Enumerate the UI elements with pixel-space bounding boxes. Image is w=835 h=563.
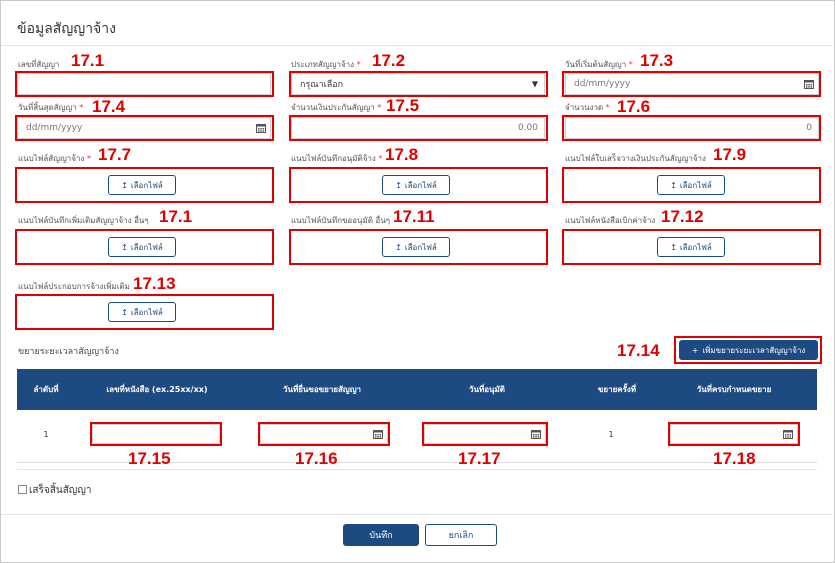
start-date-label: วันที่เริ่มต้นสัญญา * xyxy=(565,60,633,69)
highlight-box xyxy=(15,71,274,97)
contract-type-label: ประเภทสัญญาจ้าง * xyxy=(291,60,361,69)
row-extension-count: 1 xyxy=(608,430,614,439)
upload-icon: ↥ xyxy=(121,242,128,252)
choose-file-button[interactable]: ↥ เลือกไฟล์ xyxy=(108,175,176,195)
highlight-box xyxy=(289,71,548,97)
upload-label: แนบไฟล์บันทึกขออนุมัติ อื่นๆ xyxy=(291,216,391,225)
upload-icon: ↥ xyxy=(121,180,128,190)
column-header: เลขที่หนังสือ (ex.25xx/xx) xyxy=(106,385,208,394)
modal-title: ข้อมูลสัญญาจ้าง xyxy=(17,21,116,37)
annotation-17-9: 17.9 xyxy=(713,145,747,164)
upload-label: แนบไฟล์ประกอบการจ้างเพิ่มเติม xyxy=(18,282,130,291)
highlight-box xyxy=(90,422,222,446)
choose-file-button[interactable]: ↥ เลือกไฟล์ xyxy=(382,237,450,257)
column-header: ลำดับที่ xyxy=(33,385,59,394)
upload-label: แนบไฟล์ใบเสร็จวางเงินประกันสัญญาจ้าง xyxy=(565,154,706,163)
upload-label: แนบไฟล์สัญญาจ้าง * xyxy=(18,154,91,163)
plus-icon: + xyxy=(691,345,699,355)
annotation-17-15: 17.15 xyxy=(128,449,171,468)
annotation-17-12: 17.12 xyxy=(661,207,704,226)
highlight-box xyxy=(289,115,548,141)
table-header: ลำดับที่ เลขที่หนังสือ (ex.25xx/xx) วันท… xyxy=(17,369,817,410)
guarantee-amount-label: จำนวนเงินประกันสัญญา * xyxy=(291,103,382,112)
add-extension-button[interactable]: + เพิ่มขยายระยะเวลาสัญญาจ้าง xyxy=(679,340,818,360)
upload-icon: ↥ xyxy=(670,180,677,190)
end-date-label: วันที่สิ้นสุดสัญญา * xyxy=(18,103,84,112)
row-seq: 1 xyxy=(43,430,49,439)
choose-file-button[interactable]: ↥ เลือกไฟล์ xyxy=(108,237,176,257)
highlight-box xyxy=(258,422,390,446)
choose-file-button[interactable]: ↥ เลือกไฟล์ xyxy=(108,302,176,322)
annotation-17-5: 17.5 xyxy=(386,96,420,115)
annotation-17-13: 17.13 xyxy=(133,274,176,293)
column-header: วันที่อนุมัติ xyxy=(469,385,505,394)
upload-icon: ↥ xyxy=(670,242,677,252)
highlight-box xyxy=(562,71,821,97)
finish-contract-checkbox[interactable] xyxy=(18,485,27,494)
highlight-box xyxy=(422,422,548,446)
annotation-17-16: 17.16 xyxy=(295,449,338,468)
column-header: วันที่ยื่นขอขยายสัญญา xyxy=(282,385,362,394)
installments-label: จำนวนงวด * xyxy=(565,103,610,112)
annotation-17-2: 17.2 xyxy=(372,51,406,70)
annotation-17-18: 17.18 xyxy=(713,449,756,468)
annotation-17-17: 17.17 xyxy=(458,449,501,468)
annotation-17-6: 17.6 xyxy=(617,97,651,116)
upload-label: แนบไฟล์บันทึกเพิ่มเติมสัญญาจ้าง อื่นๆ xyxy=(18,216,149,225)
column-header: วันที่ครบกำหนดขยาย xyxy=(696,385,772,394)
column-header: ขยายครั้งที่ xyxy=(597,385,637,394)
upload-icon: ↥ xyxy=(121,307,128,317)
annotation-17-10: 17.1 xyxy=(159,207,193,226)
footer-divider xyxy=(1,514,833,515)
save-button[interactable]: บันทึก xyxy=(343,524,419,546)
upload-label: แนบไฟล์หนังสือเบิกค่าจ้าง xyxy=(565,216,656,225)
highlight-box xyxy=(15,115,274,141)
upload-icon: ↥ xyxy=(395,180,402,190)
annotation-17-14: 17.14 xyxy=(617,341,660,360)
annotation-17-11: 17.11 xyxy=(393,207,435,226)
title-divider xyxy=(1,45,833,46)
highlight-box xyxy=(562,115,821,141)
upload-icon: ↥ xyxy=(395,242,402,252)
annotation-17-7: 17.7 xyxy=(98,145,132,164)
highlight-box xyxy=(668,422,800,446)
finish-contract-label: เสร็จสิ้นสัญญา xyxy=(29,485,92,496)
upload-label: แนบไฟล์บันทึกอนุมัติจ้าง * xyxy=(291,154,383,163)
annotation-17-3: 17.3 xyxy=(640,51,674,70)
contract-no-label: เลขที่สัญญา xyxy=(18,60,60,69)
annotation-17-8: 17.8 xyxy=(385,145,419,164)
annotation-17-4: 17.4 xyxy=(92,97,126,116)
choose-file-button[interactable]: ↥ เลือกไฟล์ xyxy=(382,175,450,195)
annotation-17-1: 17.1 xyxy=(71,51,105,70)
choose-file-button[interactable]: ↥ เลือกไฟล์ xyxy=(657,237,725,257)
cancel-button[interactable]: ยกเลิก xyxy=(425,524,497,546)
extension-section-label: ขยายระยะเวลาสัญญาจ้าง xyxy=(18,347,119,357)
choose-file-button[interactable]: ↥ เลือกไฟล์ xyxy=(657,175,725,195)
section-divider xyxy=(17,469,817,470)
